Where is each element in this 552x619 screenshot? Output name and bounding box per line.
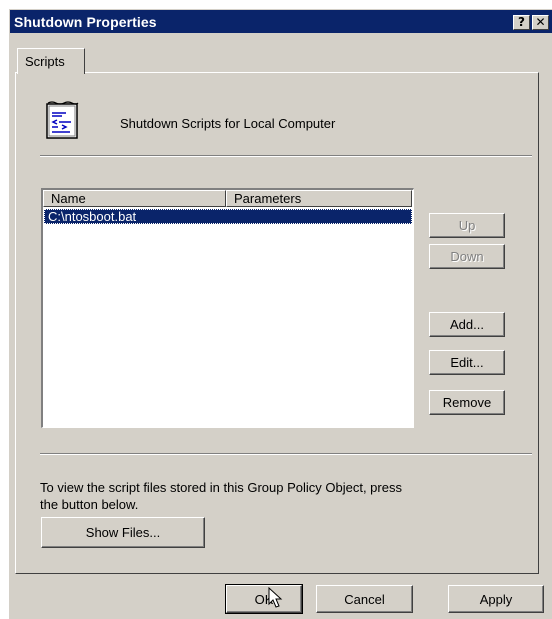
window-title: Shutdown Properties	[14, 14, 157, 30]
remove-button[interactable]: Remove	[429, 390, 505, 415]
title-bar[interactable]: Shutdown Properties ? ✕	[10, 10, 552, 33]
script-name: C:\ntosboot.bat	[48, 209, 137, 224]
up-button[interactable]: Up	[429, 213, 505, 238]
close-icon: ✕	[535, 15, 546, 29]
down-button[interactable]: Down	[429, 244, 505, 269]
column-header-name[interactable]: Name	[43, 190, 226, 207]
divider-bottom	[40, 453, 532, 455]
divider-top	[40, 155, 532, 157]
edit-button[interactable]: Edit...	[429, 350, 505, 375]
shutdown-properties-dialog: Shutdown Properties ? ✕ Scripts Shutdown…	[9, 9, 552, 619]
ok-button[interactable]: OK	[225, 584, 303, 614]
close-button[interactable]: ✕	[532, 15, 549, 30]
scripts-heading: Shutdown Scripts for Local Computer	[120, 116, 336, 131]
mouse-pointer-icon	[268, 587, 283, 608]
script-document-icon	[46, 101, 79, 139]
help-button[interactable]: ?	[513, 15, 530, 30]
help-icon: ?	[518, 15, 525, 29]
info-text: To view the script files stored in this …	[40, 480, 402, 512]
add-button[interactable]: Add...	[429, 312, 505, 337]
scripts-list[interactable]: Name Parameters C:\ntosboot.bat	[41, 188, 414, 428]
show-files-button[interactable]: Show Files...	[41, 517, 205, 548]
apply-button[interactable]: Apply	[448, 585, 544, 613]
tab-scripts-label: Scripts	[25, 54, 65, 69]
column-header-parameters[interactable]: Parameters	[226, 190, 412, 207]
cancel-button[interactable]: Cancel	[316, 585, 413, 613]
tab-scripts[interactable]: Scripts	[17, 48, 85, 74]
list-item[interactable]: C:\ntosboot.bat	[44, 209, 412, 224]
